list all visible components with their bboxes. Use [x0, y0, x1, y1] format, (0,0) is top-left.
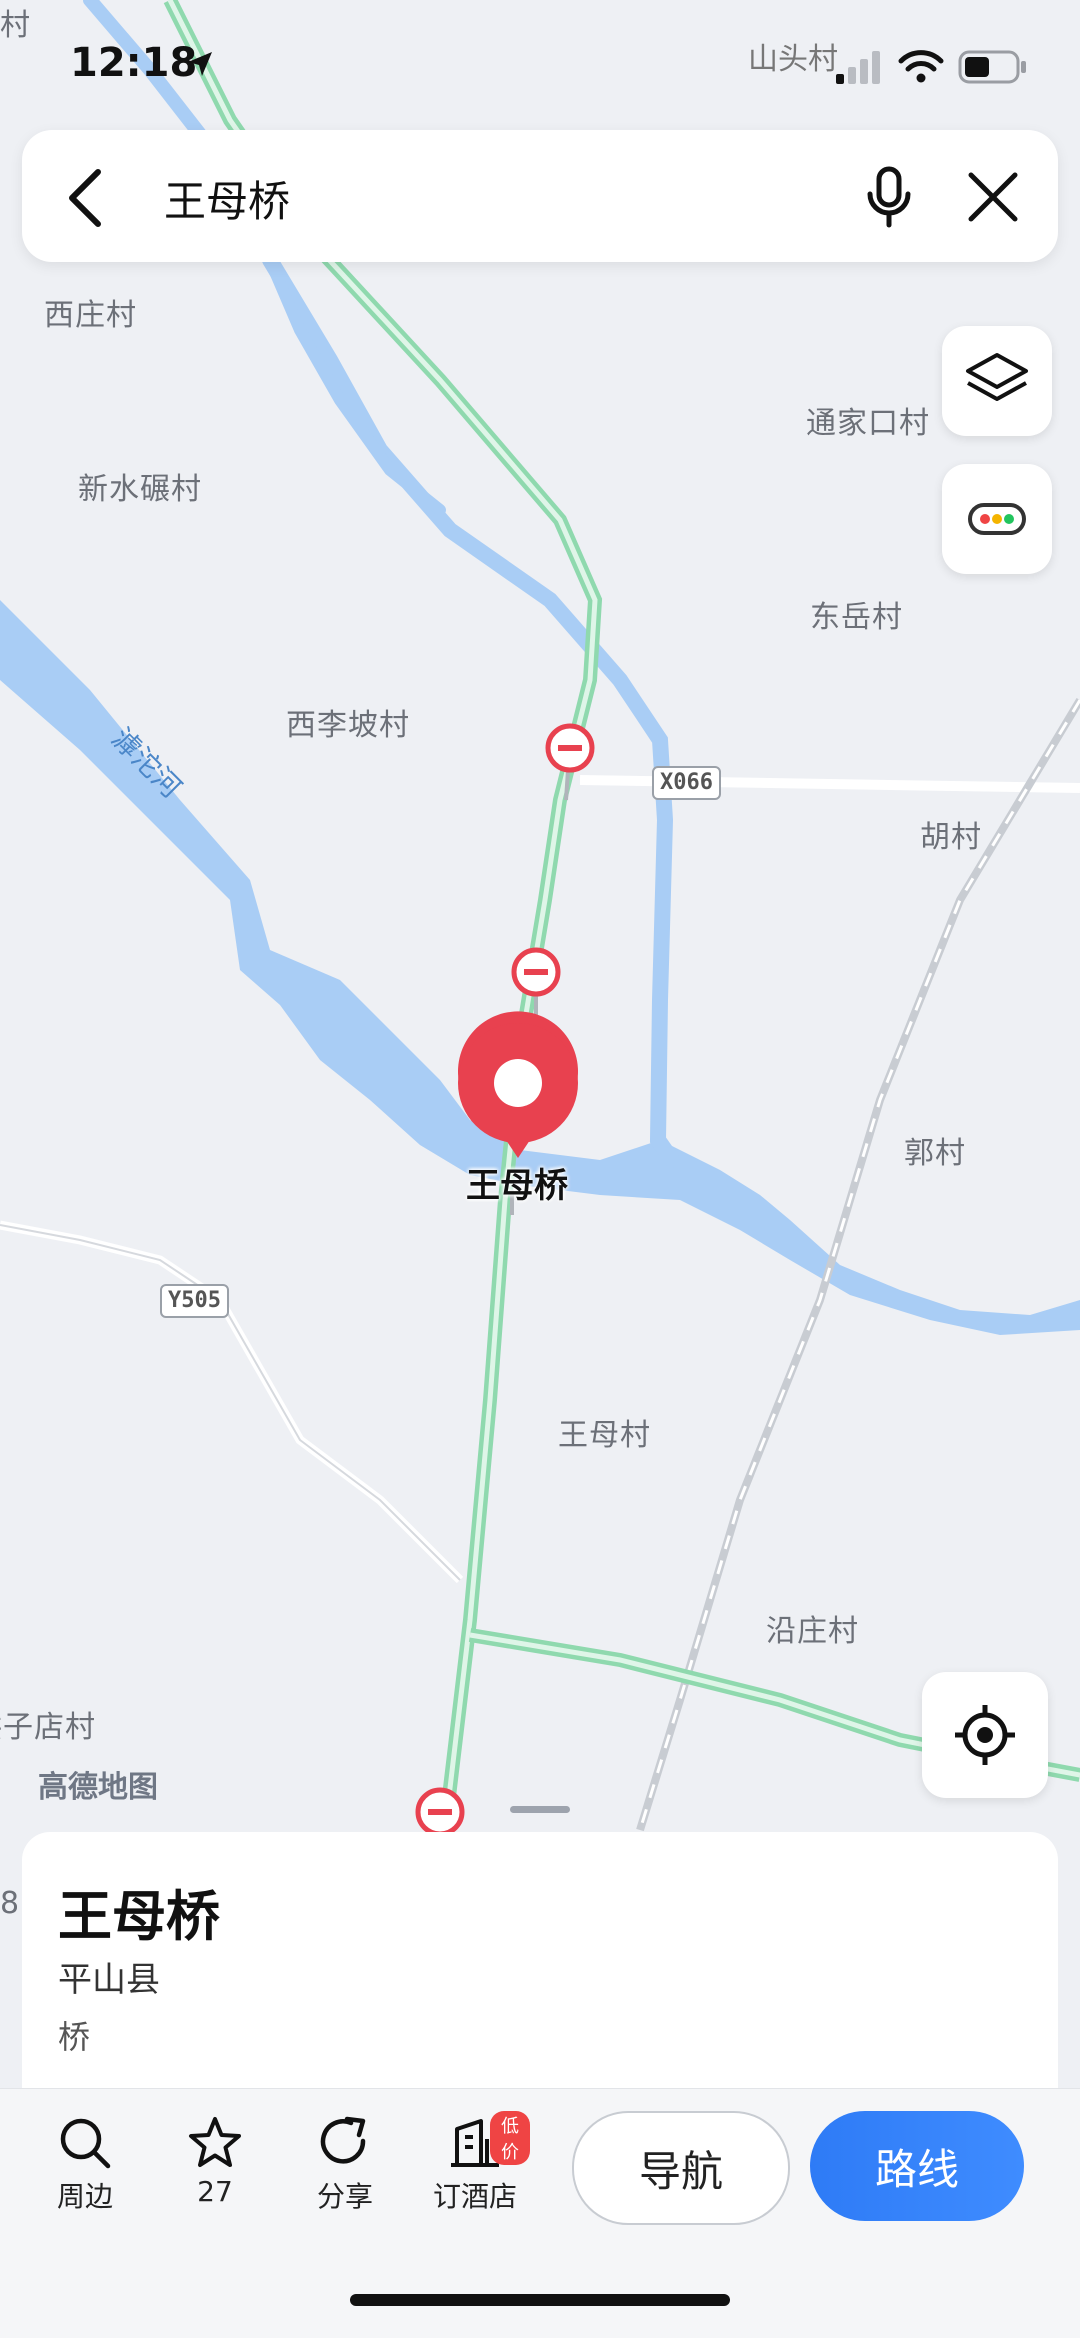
place-label: 东岳村 [810, 600, 903, 635]
navigate-button[interactable]: 导航 [572, 2111, 790, 2225]
place-title: 王母桥 [58, 1885, 220, 1948]
close-icon[interactable] [966, 170, 1020, 224]
place-type: 桥 [58, 2018, 91, 2056]
star-icon [189, 2117, 241, 2167]
place-label: 新水碾村 [78, 472, 202, 507]
place-label: 洪子店村 [0, 1710, 96, 1745]
share-button[interactable]: 分享 [290, 2115, 400, 2215]
crosshair-icon [955, 1705, 1015, 1765]
place-label: 沿庄村 [766, 1614, 859, 1649]
traffic-button[interactable] [942, 464, 1052, 574]
place-card[interactable]: 王母桥 平山县 桥 [22, 1832, 1058, 2092]
search-icon [60, 2118, 111, 2169]
pin-label: 王母桥 [466, 1166, 568, 1206]
drag-handle[interactable] [510, 1806, 570, 1813]
wifi-icon [898, 50, 944, 83]
edge-label: 8 [0, 1886, 21, 1921]
battery-icon [958, 50, 1026, 84]
my-location-button[interactable] [922, 1672, 1048, 1798]
share-label: 分享 [316, 2180, 373, 2213]
hotel-button[interactable]: 低价 订酒店 [420, 2111, 530, 2215]
signal-icon [836, 51, 880, 84]
nearby-button[interactable]: 周边 [30, 2115, 140, 2215]
favorite-button[interactable]: 27 [160, 2115, 270, 2208]
search-bar[interactable]: 王母桥 [22, 130, 1058, 262]
place-label: 郭村 [904, 1136, 966, 1171]
search-input[interactable]: 王母桥 [164, 168, 290, 229]
back-icon[interactable] [62, 168, 112, 228]
route-button[interactable]: 路线 [810, 2111, 1024, 2221]
place-label: 西庄村 [44, 298, 137, 333]
favorite-count: 27 [197, 2175, 233, 2208]
traffic-icon [968, 503, 1026, 535]
place-district: 平山县 [58, 1960, 160, 2000]
road-badge-x066: X066 [652, 766, 721, 800]
nearby-label: 周边 [56, 2180, 113, 2213]
home-indicator[interactable] [350, 2294, 730, 2306]
status-time: 12:18 [70, 40, 198, 86]
layers-icon [966, 353, 1028, 401]
place-label: 西李坡村 [286, 708, 410, 743]
hotel-label: 订酒店 [432, 2180, 517, 2213]
map-watermark: 高德地图 [38, 1770, 158, 1805]
road-badge-y505: Y505 [160, 1284, 229, 1318]
layers-button[interactable] [942, 326, 1052, 436]
place-label: 胡村 [920, 820, 982, 855]
place-label: 通家口村 [806, 406, 930, 441]
place-label: 村 [0, 8, 31, 43]
location-arrow-icon [188, 52, 212, 76]
low-price-badge: 低价 [490, 2111, 530, 2165]
microphone-icon[interactable] [864, 166, 914, 228]
share-icon [320, 2116, 366, 2164]
no-entry-icon [415, 1787, 465, 1837]
place-label: 王母村 [558, 1418, 651, 1453]
status-location: 山头村 [748, 42, 838, 77]
